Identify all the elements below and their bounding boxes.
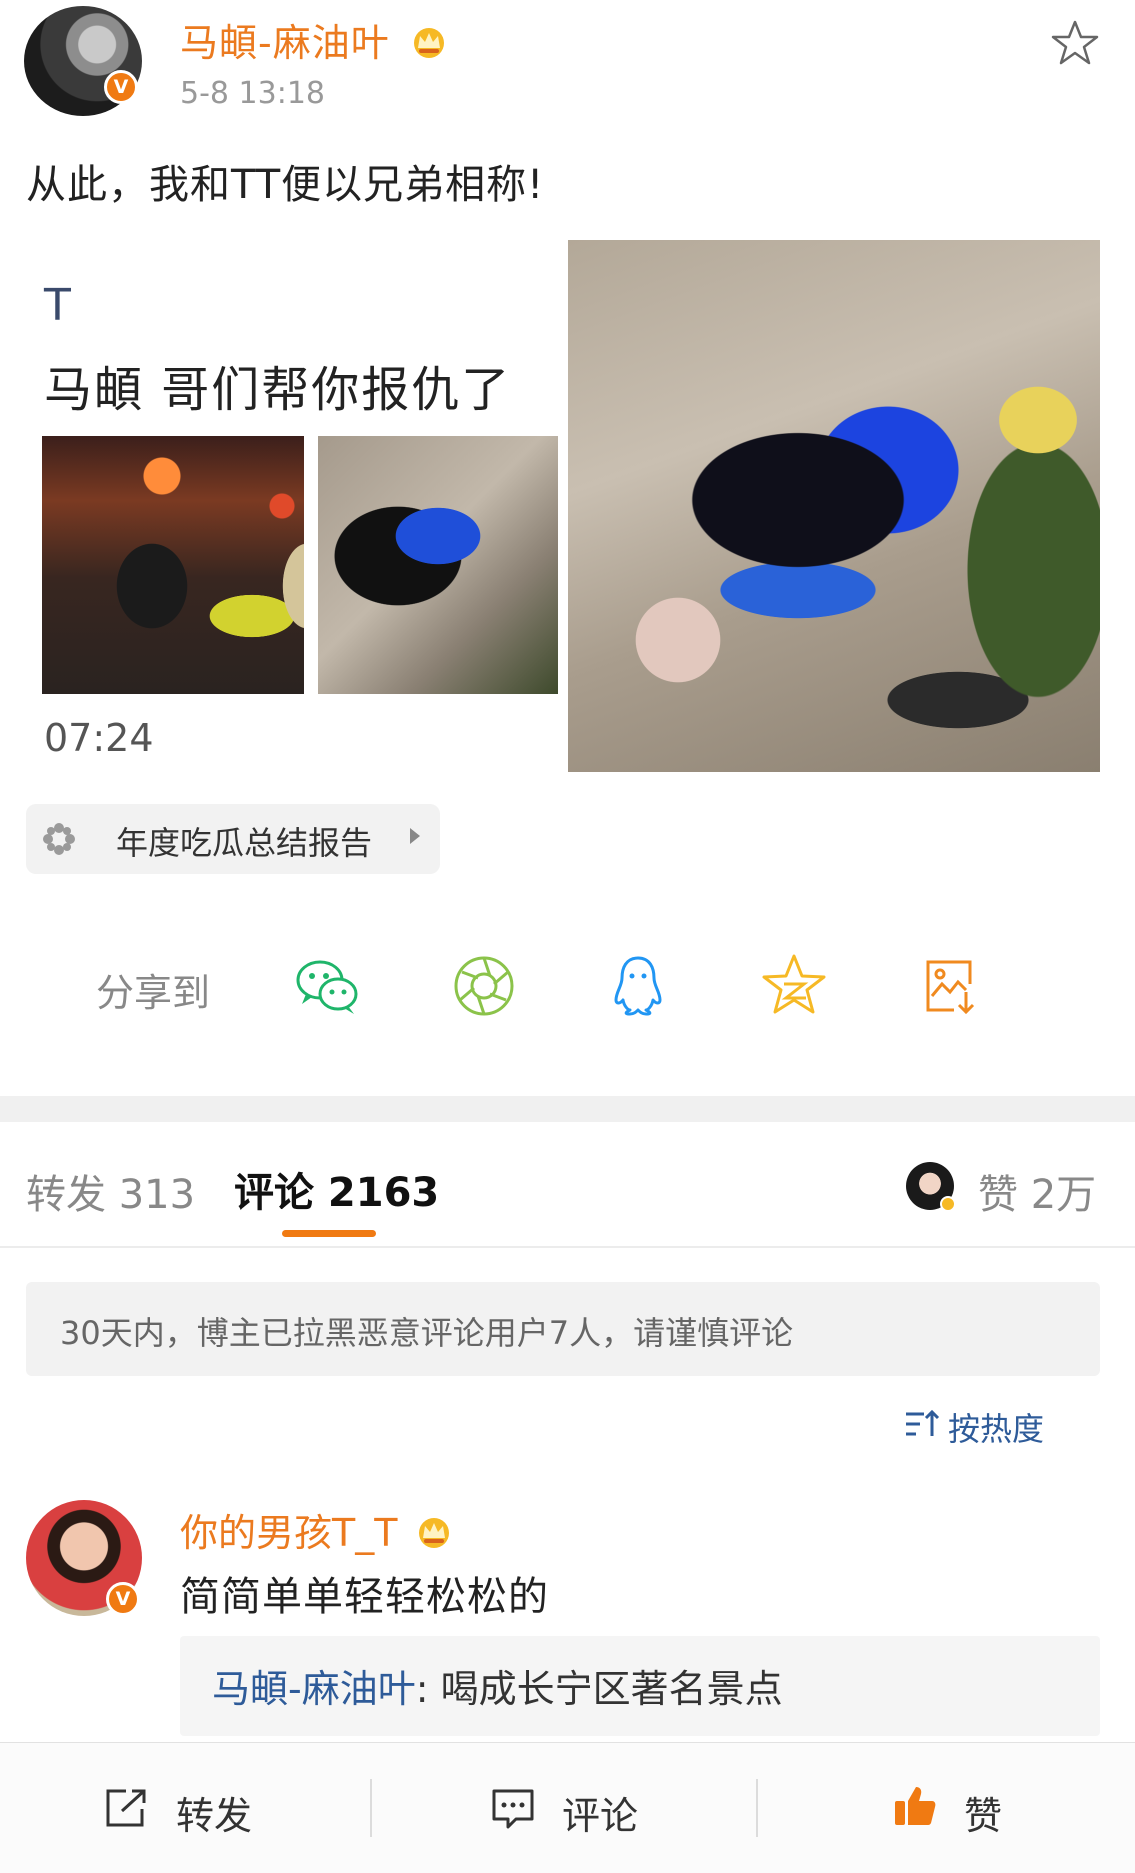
bottom-toolbar: 转发 评论 赞 (0, 1742, 1135, 1873)
crown-icon (418, 1518, 449, 1548)
pinwheel-icon (43, 823, 75, 855)
crown-icon (413, 28, 444, 58)
more-replies-link[interactable]: 共104条回复 (212, 1726, 437, 1736)
reply-text: : 喝成长宁区著名景点 (415, 1667, 783, 1711)
moments-icon[interactable] (446, 948, 522, 1024)
reply-author[interactable]: 马頔-麻油叶 (212, 1667, 416, 1711)
comment-button[interactable]: 评论 (490, 1783, 640, 1838)
sort-button[interactable]: 按热度 (906, 1404, 1045, 1450)
post-text: 从此，我和TT便以兄弟相称! (26, 162, 545, 208)
comment-label: 评论 (562, 1794, 639, 1838)
quoted-text: 马頔 哥们帮你报仇了 (44, 362, 512, 418)
sort-icon (906, 1409, 940, 1436)
reply-preview[interactable]: 马頔-麻油叶: 喝成长宁区著名景点 共104条回复 (180, 1636, 1100, 1736)
tab-comments[interactable]: 评论 2163 (234, 1160, 439, 1218)
photo-thumbnail-2[interactable] (318, 436, 558, 694)
topic-tag[interactable]: 年度吃瓜总结报告 (26, 804, 440, 874)
verified-badge: V (104, 70, 138, 104)
post-timestamp: 5-8 13:18 (180, 76, 325, 111)
repost-label: 转发 (176, 1794, 253, 1838)
author-name-label: 马頔-麻油叶 (180, 21, 390, 65)
comment-text: 简简单单轻轻松松的 (180, 1574, 549, 1620)
repost-button[interactable]: 转发 (104, 1783, 254, 1838)
section-divider (0, 1096, 1135, 1122)
save-image-icon[interactable] (912, 948, 988, 1024)
moderation-notice: 30天内，博主已拉黑恶意评论用户7人，请谨慎评论 (26, 1282, 1100, 1376)
commenter-verified-badge: V (106, 1582, 140, 1616)
repost-icon (106, 1789, 146, 1827)
tabs-divider (0, 1246, 1135, 1248)
commenter-name-label: 你的男孩T_T (180, 1511, 398, 1555)
toolbar-separator (370, 1779, 372, 1837)
tab-likes[interactable]: 赞 2万 (978, 1162, 1096, 1220)
quoted-author-initial: T (44, 280, 71, 331)
reply-line: 马頔-麻油叶: 喝成长宁区著名景点 (212, 1658, 783, 1713)
comment-icon (492, 1789, 534, 1829)
tab-reposts[interactable]: 转发 313 (26, 1162, 195, 1220)
like-button[interactable]: 赞 (892, 1783, 1012, 1838)
commenter-name[interactable]: 你的男孩T_T (180, 1502, 454, 1557)
qq-icon[interactable] (600, 948, 676, 1024)
favorite-star-icon[interactable] (1050, 18, 1100, 68)
like-label: 赞 (964, 1794, 1003, 1838)
active-tab-indicator (282, 1230, 376, 1237)
author-name[interactable]: 马頔-麻油叶 (180, 12, 449, 67)
moderation-notice-text: 30天内，博主已拉黑恶意评论用户7人，请谨慎评论 (60, 1314, 794, 1352)
qzone-icon[interactable] (756, 948, 832, 1024)
toolbar-separator (756, 1779, 758, 1837)
quoted-time: 07:24 (44, 716, 154, 760)
photo-thumbnail-1[interactable] (42, 436, 304, 694)
topic-tag-label: 年度吃瓜总结报告 (116, 824, 373, 862)
share-label: 分享到 (96, 971, 211, 1015)
wechat-icon[interactable] (290, 948, 366, 1024)
post-photo-main[interactable] (568, 240, 1100, 772)
chevron-right-icon (410, 828, 420, 844)
sort-label: 按热度 (948, 1410, 1045, 1448)
thumbs-up-icon (895, 1787, 936, 1825)
liker-verified-icon (940, 1196, 956, 1212)
